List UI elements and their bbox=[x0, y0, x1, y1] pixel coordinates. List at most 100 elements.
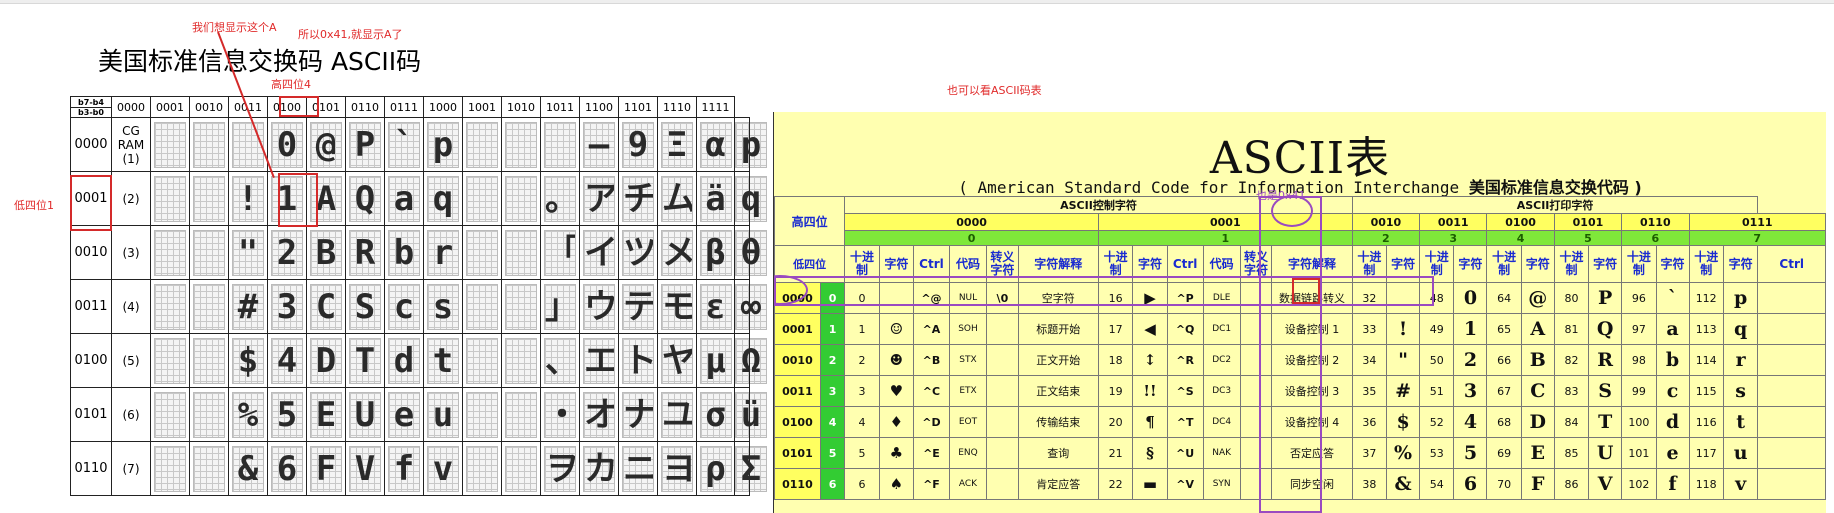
print-char: s bbox=[1722, 375, 1759, 407]
lcd-dot-matrix-glyph: β bbox=[699, 229, 732, 276]
lcd-char-cell: 」 bbox=[540, 279, 580, 334]
lcd-dot-matrix-glyph bbox=[154, 283, 186, 330]
lcd-char-cell: カ bbox=[579, 441, 619, 496]
ctrl-code: ACK bbox=[948, 468, 988, 500]
print-ctrl-cell bbox=[1757, 282, 1826, 314]
print-char: 1 bbox=[1453, 313, 1488, 345]
print-char: S bbox=[1588, 375, 1623, 407]
column-header-char: 字符 bbox=[1655, 245, 1690, 283]
high-nibble-group: 0100 bbox=[1486, 213, 1555, 231]
lcd-char-cell: ü bbox=[734, 387, 767, 442]
lcd-char-cell: 2 bbox=[267, 225, 307, 280]
print-char: p bbox=[1722, 282, 1759, 314]
lcd-dot-matrix-glyph: f bbox=[388, 445, 420, 492]
ctrl-glyph: ◀ bbox=[1132, 313, 1168, 345]
print-decimal: 65 bbox=[1486, 313, 1522, 345]
lcd-char-cell: — bbox=[579, 117, 619, 172]
lcd-dot-matrix-glyph: D bbox=[310, 337, 342, 384]
lcd-char-cell bbox=[189, 441, 229, 496]
ctrl-key: ^E bbox=[913, 437, 950, 469]
low-nibble-digit: 3 bbox=[819, 375, 846, 407]
print-char: b bbox=[1655, 344, 1690, 376]
highlight-ascii-0100-column bbox=[1259, 196, 1322, 513]
print-decimal: 112 bbox=[1688, 282, 1724, 314]
lcd-dot-matrix-glyph bbox=[505, 391, 537, 438]
lcd-char-cell: V bbox=[345, 441, 385, 496]
print-char: r bbox=[1722, 344, 1759, 376]
lcd-char-cell bbox=[150, 171, 190, 226]
ctrl-glyph: ♦ bbox=[878, 406, 915, 438]
lcd-char-cell: Σ bbox=[734, 441, 767, 496]
high-nibble-group: 0101 bbox=[1553, 213, 1623, 231]
lcd-char-cell: P bbox=[345, 117, 385, 172]
lcd-dot-matrix-glyph: 「 bbox=[544, 229, 576, 276]
lcd-char-cell: ウ bbox=[579, 279, 619, 334]
lcd-char-cell bbox=[189, 333, 229, 388]
lcd-dot-matrix-glyph: ム bbox=[661, 175, 693, 222]
lcd-char-cell: ム bbox=[657, 171, 697, 226]
lcd-char-cell: e bbox=[384, 387, 424, 442]
lcd-char-cell bbox=[462, 117, 502, 172]
ctrl-description: 肯定应答 bbox=[1017, 468, 1099, 500]
lcd-dot-matrix-glyph: c bbox=[388, 283, 420, 330]
lcd-dot-matrix-glyph bbox=[466, 391, 498, 438]
ctrl-decimal: 21 bbox=[1097, 437, 1134, 469]
print-decimal: 35 bbox=[1351, 375, 1388, 407]
lcd-dot-matrix-glyph: S bbox=[349, 283, 381, 330]
print-decimal: 83 bbox=[1553, 375, 1590, 407]
lcd-row-index: (2) bbox=[111, 171, 151, 226]
top-border bbox=[0, 0, 1834, 4]
high-nibble-group: 0110 bbox=[1621, 213, 1690, 231]
lcd-char-cell: ヨ bbox=[657, 441, 697, 496]
ctrl-escape bbox=[986, 406, 1019, 438]
lcd-char-cell: 5 bbox=[267, 387, 307, 442]
lcd-dot-matrix-glyph: Σ bbox=[735, 445, 767, 492]
lcd-row-index: (6) bbox=[111, 387, 151, 442]
low-nibble-digit: 5 bbox=[819, 437, 846, 469]
lcd-dot-matrix-glyph: 3 bbox=[271, 283, 303, 330]
lcd-dot-matrix-glyph: F bbox=[310, 445, 342, 492]
lcd-row-index: (4) bbox=[111, 279, 151, 334]
lcd-row-code: 0010 bbox=[70, 225, 112, 280]
lcd-dot-matrix-glyph: ウ bbox=[583, 283, 615, 330]
lcd-row-code: 0100 bbox=[70, 333, 112, 388]
ctrl-decimal: 20 bbox=[1097, 406, 1134, 438]
lcd-column-header: 1110 bbox=[657, 96, 697, 118]
column-header-dec: 十进制 bbox=[1486, 245, 1522, 283]
ctrl-glyph: ↕ bbox=[1132, 344, 1168, 376]
lcd-char-cell bbox=[501, 279, 541, 334]
ctrl-key: ^U bbox=[1166, 437, 1204, 469]
lcd-dot-matrix-glyph: $ bbox=[232, 337, 264, 384]
ctrl-escape bbox=[986, 375, 1019, 407]
lcd-dot-matrix-glyph bbox=[466, 121, 498, 168]
annotation-ascii-table-hint: 也可以看ASCII码表 bbox=[947, 84, 1042, 97]
ctrl-glyph: ¶ bbox=[1132, 406, 1168, 438]
lcd-column-header: 1100 bbox=[579, 96, 619, 118]
lcd-row: 0010 (3) " 2 B Rb r 「イツメ β θ bbox=[70, 225, 767, 280]
lcd-dot-matrix-glyph bbox=[154, 121, 186, 168]
lcd-char-cell: D bbox=[306, 333, 346, 388]
ctrl-key: ^A bbox=[913, 313, 950, 345]
print-char: P bbox=[1588, 282, 1623, 314]
column-header-char: 字符 bbox=[1722, 245, 1759, 283]
print-decimal: 100 bbox=[1621, 406, 1657, 438]
ctrl-code: SYN bbox=[1202, 468, 1241, 500]
lcd-char-cell: モ bbox=[657, 279, 697, 334]
print-decimal: 114 bbox=[1688, 344, 1724, 376]
print-decimal: 96 bbox=[1621, 282, 1657, 314]
print-decimal: 80 bbox=[1553, 282, 1590, 314]
column-header-char: 字符 bbox=[1588, 245, 1623, 283]
ctrl-description: 查询 bbox=[1017, 437, 1099, 469]
lcd-char-cell: & bbox=[228, 441, 268, 496]
lcd-dot-matrix-glyph: ア bbox=[583, 175, 615, 222]
print-char: e bbox=[1655, 437, 1690, 469]
print-char: V bbox=[1588, 468, 1623, 500]
lcd-char-cell: エ bbox=[579, 333, 619, 388]
ctrl-description: 标题开始 bbox=[1017, 313, 1099, 345]
high-nibble-digit: 0 bbox=[844, 230, 1099, 246]
lcd-char-cell bbox=[462, 279, 502, 334]
lcd-dot-matrix-glyph: 6 bbox=[271, 445, 303, 492]
lcd-dot-matrix-glyph: — bbox=[583, 121, 615, 168]
lcd-row: 0011 (4) #3 C Sc s 」ウテモ ε ∞ bbox=[70, 279, 767, 334]
lcd-dot-matrix-glyph bbox=[193, 229, 225, 276]
